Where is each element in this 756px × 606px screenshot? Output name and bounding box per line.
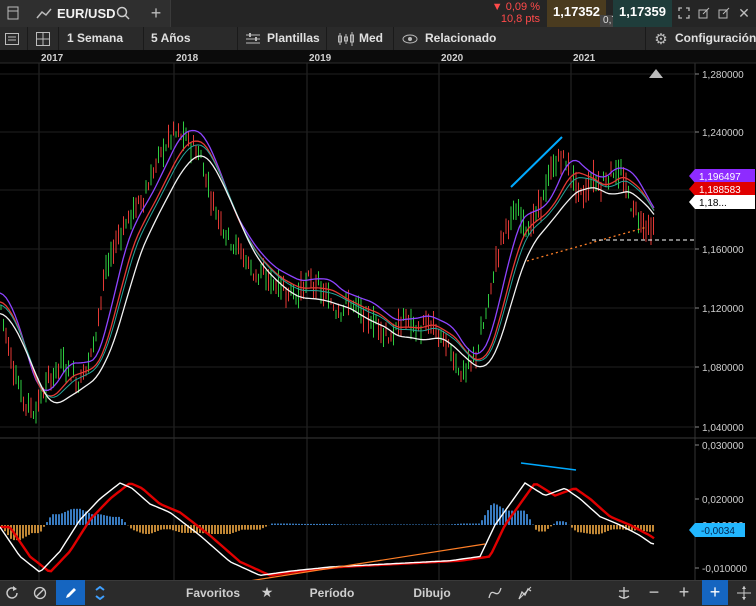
edit-window-icon[interactable] (716, 5, 732, 21)
ask-button[interactable]: 1,17359 (613, 0, 672, 27)
price-label-red: 1,188583 (699, 185, 741, 196)
change-block: ▼ 0,09 % 10,8 pts (484, 1, 544, 27)
chart-area[interactable]: 20172018201920202021 1,2800001,2400001,2… (0, 50, 756, 580)
range-selector[interactable]: 5 Años (151, 31, 191, 47)
drawing-button[interactable]: Dibujo (405, 580, 459, 605)
star-icon[interactable]: ★ (256, 580, 278, 605)
period-drawing-button[interactable]: Período (300, 580, 364, 605)
window-toggle-icon[interactable] (6, 5, 20, 21)
macd-trendline-blue (520, 462, 577, 471)
favorites-button[interactable]: Favoritos (183, 580, 243, 605)
price-tick-label: 1,080000 (702, 363, 744, 374)
popout-icon[interactable] (696, 5, 712, 21)
macd-main-line (0, 482, 655, 577)
price-candles (0, 121, 654, 424)
price-label-white: 1,18... (699, 198, 727, 209)
price-tick-label: 1,160000 (702, 245, 744, 256)
ask-price: 1,17359 (619, 4, 666, 19)
year-label: 2020 (441, 53, 464, 64)
trendline-orange-dotted (526, 226, 648, 262)
bid-button[interactable]: 1,17352 (547, 0, 606, 27)
candle-type-icon (336, 31, 356, 47)
macd-tick-label: 0,030000 (702, 441, 744, 452)
refresh-icon[interactable] (0, 580, 24, 605)
year-label: 2017 (41, 53, 64, 64)
candle-type-selector[interactable]: Med (359, 31, 383, 47)
period-selector[interactable]: 1 Semana (67, 31, 123, 47)
templates-button[interactable]: Plantillas (267, 31, 320, 47)
price-label-purple: 1,196497 (699, 172, 741, 183)
add-tab-icon[interactable]: + (148, 3, 164, 23)
layout-grid-icon[interactable] (34, 30, 52, 47)
macd-tick-label: -0,010000 (702, 564, 747, 575)
zoom-out-icon[interactable]: − (642, 580, 666, 605)
price-tick-label: 1,040000 (702, 423, 744, 434)
settings-button[interactable]: Configuración (675, 31, 756, 47)
gear-icon: ⚙ (654, 31, 668, 48)
pan-icon[interactable] (732, 580, 756, 605)
year-label: 2019 (309, 53, 332, 64)
price-tick-label: 1,120000 (702, 304, 744, 315)
expand-icon[interactable] (676, 5, 692, 21)
year-label: 2021 (573, 53, 596, 64)
macd-panel (0, 462, 655, 580)
ma-red-line (0, 140, 655, 397)
macd-tick-label: 0,020000 (702, 495, 744, 506)
crosshair-icon[interactable]: + (702, 580, 728, 605)
bid-price: 1,17352 (553, 4, 600, 19)
close-icon[interactable]: ✕ (736, 5, 752, 21)
hide-icon[interactable] (28, 580, 52, 605)
symbol-label[interactable]: EUR/USD (57, 6, 116, 21)
related-eye-icon (402, 31, 418, 47)
anchor-icon[interactable] (612, 580, 636, 605)
zoom-in-icon[interactable]: + (672, 580, 696, 605)
related-button[interactable]: Relacionado (425, 31, 496, 47)
indicator-tool-icon[interactable] (514, 580, 536, 605)
year-label: 2018 (176, 53, 199, 64)
templates-icon (245, 31, 261, 47)
trendline-blue (510, 136, 563, 188)
search-icon[interactable] (115, 5, 131, 21)
wave-tool-icon[interactable] (484, 580, 506, 605)
pencil-icon[interactable] (56, 580, 85, 605)
menu-icon[interactable] (4, 30, 20, 47)
change-percent: ▼ 0,09 % (491, 1, 540, 13)
change-points: 10,8 pts (500, 13, 540, 25)
instrument-bar: EUR/USD + ▼ 0,09 % 10,8 pts 1,17352 0,7 … (0, 0, 756, 28)
year-strip (0, 50, 756, 63)
macd-value-label: -0,0034 (701, 526, 735, 537)
magnet-icon[interactable] (88, 580, 112, 605)
price-tick-label: 1,240000 (702, 128, 744, 139)
line-chart-icon (35, 6, 53, 20)
chart-grid (0, 50, 756, 580)
ma-teal-line (0, 144, 655, 398)
macd-signal-line (0, 482, 655, 577)
price-tick-label: 1,280000 (702, 70, 744, 81)
